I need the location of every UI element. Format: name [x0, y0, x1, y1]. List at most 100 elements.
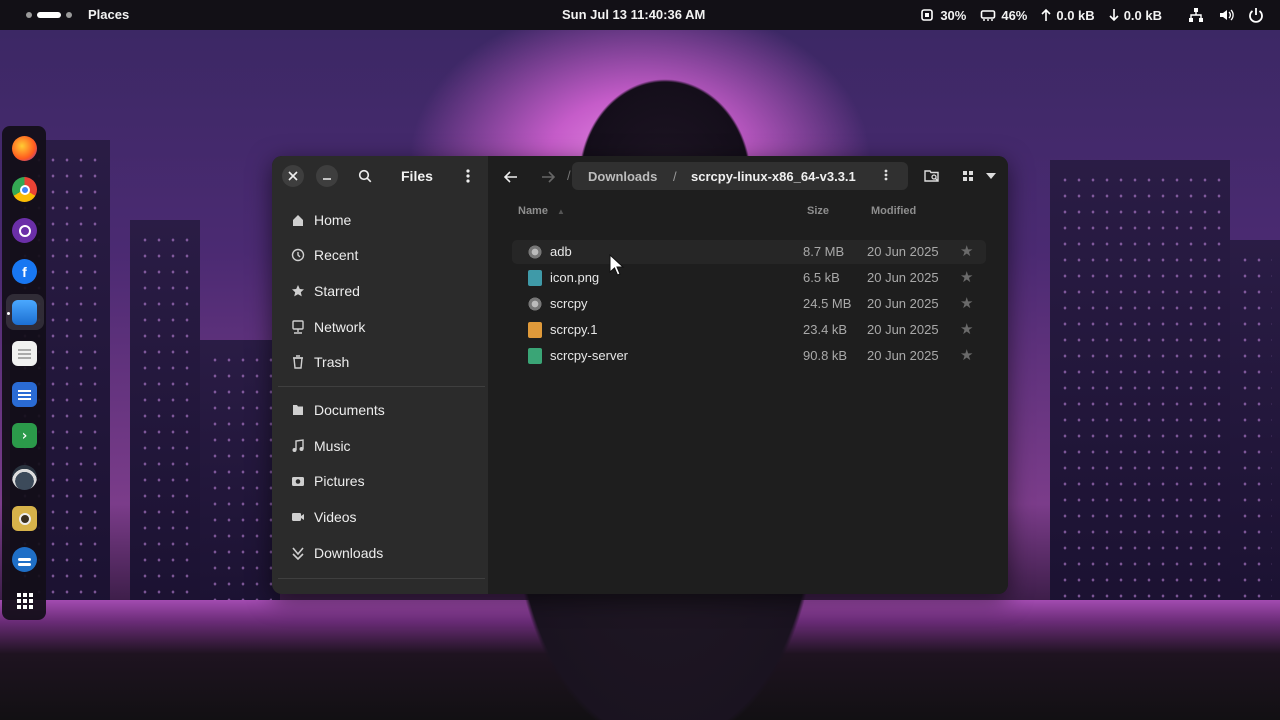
star-icon [290, 283, 306, 299]
view-options-button[interactable] [982, 164, 1000, 188]
view-grid-button[interactable] [956, 164, 980, 188]
close-icon [288, 171, 298, 181]
breadcrumb-downloads[interactable]: Downloads [588, 169, 657, 184]
memory-icon [981, 10, 996, 21]
documents-icon [290, 402, 306, 418]
sidebar-item-home[interactable]: Home [280, 204, 480, 236]
file-modified: 20 Jun 2025 [867, 322, 939, 337]
window-title: Files [401, 168, 433, 184]
system-monitor-icon[interactable] [12, 465, 37, 490]
archive-file-icon [528, 348, 542, 364]
file-modified: 20 Jun 2025 [867, 296, 939, 311]
star-toggle-icon[interactable]: ★ [960, 320, 973, 338]
tor-browser-icon[interactable] [12, 218, 37, 243]
path-edge: / [567, 168, 571, 183]
file-modified: 20 Jun 2025 [867, 270, 939, 285]
cpu-value: 30% [940, 7, 967, 23]
wallpaper-building [1050, 160, 1230, 640]
back-button[interactable] [498, 165, 524, 189]
network-icon [1189, 8, 1203, 22]
system-tray[interactable]: 30% 46% 0.0 kB 0.0 kB [919, 7, 1264, 23]
sidebar-item-label: Home [314, 212, 352, 228]
files-icon[interactable] [12, 300, 37, 325]
facebook-icon[interactable]: f [12, 259, 37, 284]
column-modified[interactable]: Modified [871, 205, 916, 217]
settings-toggle-icon[interactable] [12, 547, 37, 572]
sidebar-item-music[interactable]: Music [280, 430, 480, 462]
file-size: 90.8 kB [803, 348, 848, 363]
text-lines [18, 352, 31, 355]
workspace-active[interactable] [37, 12, 61, 18]
folder-menu-button[interactable] [884, 168, 888, 184]
top-bar: Places Sun Jul 13 11:40:36 AM 30% 46% 0.… [0, 0, 1280, 30]
star-toggle-icon[interactable]: ★ [960, 294, 973, 312]
writer-icon[interactable] [12, 382, 37, 407]
toggle-lines [18, 558, 31, 561]
volume-status[interactable] [1218, 7, 1234, 23]
main-menu-button[interactable] [457, 165, 479, 187]
star-toggle-icon[interactable]: ★ [960, 242, 973, 260]
workspace-dot[interactable] [26, 12, 32, 18]
folder-search-icon [924, 170, 939, 182]
grid-view-icon [963, 171, 973, 181]
grid-glyph [16, 592, 33, 609]
file-row-icon-png[interactable]: icon.png 6.5 kB 20 Jun 2025 ★ [512, 266, 986, 290]
search-button[interactable] [354, 165, 376, 187]
file-row-adb[interactable]: adb 8.7 MB 20 Jun 2025 ★ [512, 240, 986, 264]
network-icon [290, 319, 306, 335]
sidebar-item-label: Documents [314, 402, 385, 418]
upload-value: 0.0 kB [1056, 7, 1095, 23]
sidebar-item-downloads[interactable]: Downloads [280, 537, 480, 569]
clock[interactable]: Sun Jul 13 11:40:36 AM [562, 7, 705, 22]
sidebar-item-trash[interactable]: Trash [280, 346, 480, 378]
path-bar[interactable]: Downloads / scrcpy-linux-x86_64-v3.3.1 [572, 162, 908, 190]
sidebar-item-starred[interactable]: Starred [280, 275, 480, 307]
file-row-scrcpy-server[interactable]: scrcpy-server 90.8 kB 20 Jun 2025 ★ [512, 344, 986, 368]
workspace-indicator[interactable] [26, 12, 72, 18]
column-name-label: Name [518, 205, 548, 217]
sidebar-item-network[interactable]: Network [280, 311, 480, 343]
app-grid-icon[interactable] [12, 588, 37, 613]
star-toggle-icon[interactable]: ★ [960, 268, 973, 286]
sidebar: Files Home Recent Starred Network Trash [272, 156, 488, 594]
cpu-indicator[interactable]: 30% [919, 7, 966, 23]
power-menu[interactable] [1248, 7, 1264, 23]
search-folder-button[interactable] [920, 164, 944, 188]
download-indicator[interactable]: 0.0 kB [1109, 8, 1162, 23]
image-file-icon [528, 270, 542, 286]
memory-value: 46% [1001, 7, 1028, 23]
minimize-button[interactable] [316, 165, 338, 187]
places-menu[interactable]: Places [88, 7, 129, 22]
star-toggle-icon[interactable]: ★ [960, 346, 973, 364]
file-size: 6.5 kB [803, 270, 840, 285]
file-name: scrcpy-server [550, 348, 629, 363]
workspace-dot[interactable] [66, 12, 72, 18]
memory-indicator[interactable]: 46% [980, 8, 1027, 23]
file-name: icon.png [550, 270, 600, 285]
chrome-icon[interactable] [12, 177, 37, 202]
sidebar-divider [278, 578, 485, 579]
sidebar-item-label: Videos [314, 509, 357, 525]
file-row-scrcpy-1[interactable]: scrcpy.1 23.4 kB 20 Jun 2025 ★ [512, 318, 986, 342]
close-button[interactable] [282, 165, 304, 187]
wallpaper-building [130, 220, 200, 640]
forward-button[interactable] [535, 165, 561, 189]
sidebar-item-videos[interactable]: Videos [280, 501, 480, 533]
breadcrumb-current[interactable]: scrcpy-linux-x86_64-v3.3.1 [691, 169, 856, 184]
music-icon [290, 438, 306, 454]
file-row-scrcpy[interactable]: scrcpy 24.5 MB 20 Jun 2025 ★ [512, 292, 986, 316]
column-size[interactable]: Size [807, 205, 829, 217]
text-editor-icon[interactable] [12, 341, 37, 366]
sidebar-item-recent[interactable]: Recent [280, 239, 480, 271]
executable-gear-icon [528, 244, 542, 260]
column-name[interactable]: Name ▲ [518, 205, 565, 217]
wallpaper-building [1230, 240, 1280, 640]
cpu-icon [921, 9, 934, 21]
network-status[interactable] [1188, 7, 1204, 23]
speaker-icon[interactable] [12, 506, 37, 531]
upload-indicator[interactable]: 0.0 kB [1041, 7, 1095, 23]
sidebar-item-documents[interactable]: Documents [280, 394, 480, 426]
terminal-icon[interactable]: › [12, 423, 37, 448]
sidebar-item-pictures[interactable]: Pictures [280, 465, 480, 497]
firefox-icon[interactable] [12, 136, 37, 161]
